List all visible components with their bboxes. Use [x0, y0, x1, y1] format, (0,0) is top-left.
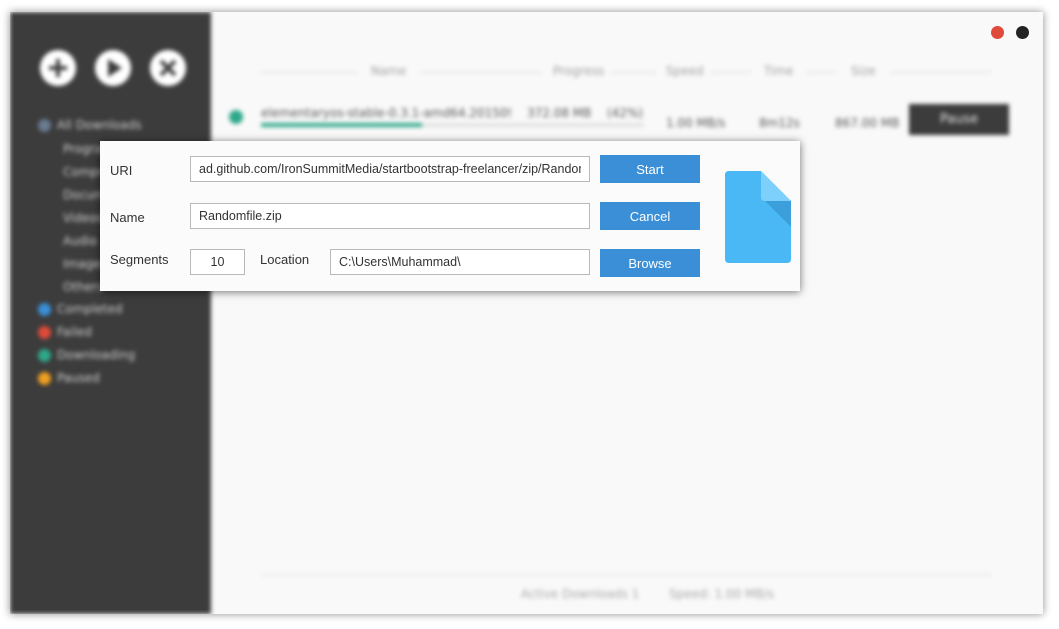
completed-status-icon	[38, 302, 51, 316]
download-progress-fill	[261, 123, 422, 127]
sidebar-item-completed[interactable]: Completed	[38, 302, 122, 316]
resume-button[interactable]	[95, 50, 131, 86]
start-button[interactable]: Start	[600, 155, 700, 183]
column-size[interactable]: Size	[851, 64, 876, 78]
location-input[interactable]	[330, 249, 590, 275]
file-icon	[725, 171, 791, 263]
download-downloaded: 372.08 MB	[527, 106, 592, 120]
uri-input[interactable]	[190, 156, 590, 182]
column-time[interactable]: Time	[764, 64, 793, 78]
download-list-panel: Name Progress Speed Time Size elementary…	[211, 12, 1043, 614]
downloading-status-icon	[38, 348, 51, 362]
sidebar-item-failed[interactable]: Failed	[38, 325, 92, 339]
pause-button[interactable]: Pause	[909, 104, 1009, 135]
sidebar: All Downloads Programs Compressed Docume…	[10, 12, 211, 614]
add-download-button[interactable]	[40, 50, 76, 86]
sidebar-item-downloading[interactable]: Downloading	[38, 348, 135, 362]
x-circle-icon	[159, 59, 177, 77]
all-downloads-icon	[38, 118, 51, 132]
download-time-remaining: 8m12s	[759, 116, 800, 130]
sidebar-item-label: Failed	[57, 325, 92, 339]
uri-label: URI	[110, 163, 133, 178]
downloading-status-icon	[229, 110, 243, 124]
failed-status-icon	[38, 325, 51, 339]
close-window-button[interactable]	[991, 26, 1004, 39]
file-name-input[interactable]	[190, 203, 590, 229]
download-total-size: 867.00 MB	[835, 116, 900, 130]
download-row[interactable]: elementaryos-stable-0.3.1-amd64.20150903…	[229, 104, 1029, 140]
segments-label: Segments	[110, 252, 169, 267]
download-speed: 1.00 MB/s	[666, 116, 726, 130]
column-name[interactable]: Name	[371, 64, 406, 78]
sidebar-item-label: Downloading	[57, 348, 136, 362]
sidebar-item-all-downloads[interactable]: All Downloads	[38, 118, 142, 132]
download-progress-bar	[261, 123, 644, 127]
play-circle-icon	[108, 59, 122, 77]
sidebar-item-label: Paused	[57, 371, 100, 385]
sidebar-item-audio[interactable]: Audio	[63, 234, 97, 248]
sidebar-item-label: Completed	[57, 302, 123, 316]
column-progress[interactable]: Progress	[553, 64, 604, 78]
location-label: Location	[260, 252, 310, 267]
segments-input[interactable]	[190, 249, 245, 275]
sidebar-item-paused[interactable]: Paused	[38, 371, 100, 385]
status-bar: Active Downloads 1 Speed: 1.00 MB/s	[521, 587, 800, 601]
paused-status-icon	[38, 371, 51, 385]
column-header: Name Progress Speed Time Size	[261, 64, 991, 80]
sidebar-item-others[interactable]: Others	[63, 280, 103, 294]
toolbar	[40, 50, 186, 86]
sidebar-item-label: All Downloads	[57, 118, 142, 132]
cancel-button[interactable]: Cancel	[600, 202, 700, 230]
active-downloads-count: Active Downloads 1	[521, 587, 640, 601]
download-file-name: elementaryos-stable-0.3.1-amd64.20150903…	[261, 106, 511, 120]
cancel-download-button[interactable]	[150, 50, 186, 86]
sidebar-item-videos[interactable]: Videos	[63, 211, 103, 225]
minimize-window-button[interactable]	[1016, 26, 1029, 39]
download-percent: (42%)	[607, 106, 644, 120]
column-speed[interactable]: Speed	[666, 64, 704, 78]
app-window: All Downloads Programs Compressed Docume…	[10, 12, 1043, 614]
total-speed: Speed: 1.00 MB/s	[669, 587, 775, 601]
browse-button[interactable]: Browse	[600, 249, 700, 277]
plus-circle-icon	[49, 59, 67, 77]
name-label: Name	[110, 210, 145, 225]
new-download-dialog: URI Start Name Cancel Segments Location …	[100, 141, 800, 291]
